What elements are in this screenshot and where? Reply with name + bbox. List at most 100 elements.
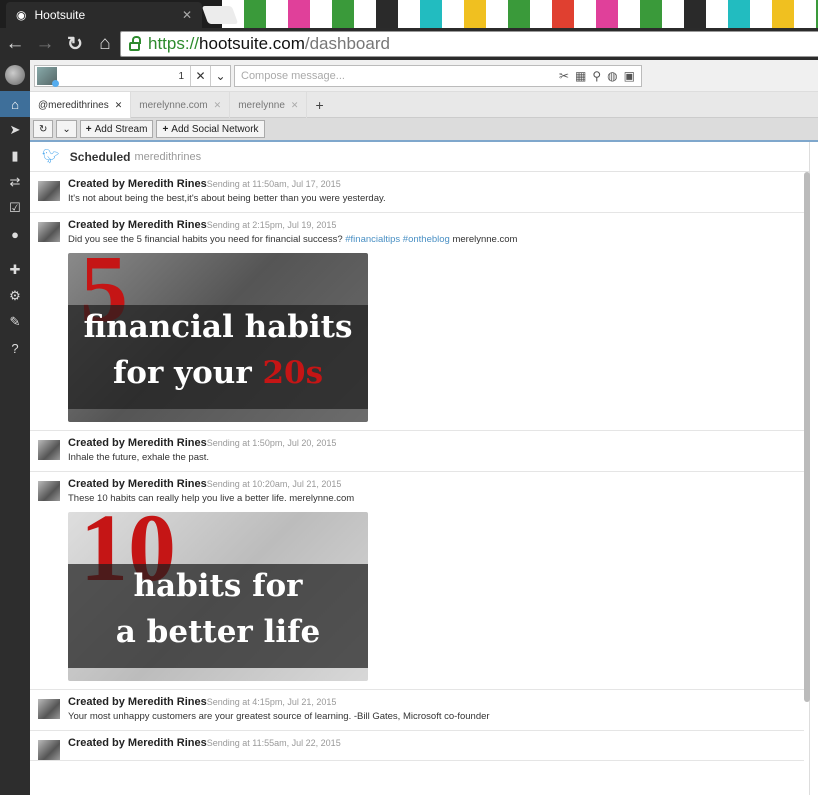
close-tab-icon[interactable]: ✕ [115, 100, 123, 111]
calendar-icon[interactable]: ▦ [575, 69, 586, 83]
url-path: /dashboard [304, 34, 390, 53]
image-caption-line1: habits for [133, 568, 303, 604]
author-avatar[interactable] [38, 740, 60, 760]
column-header: 🐦︎ Scheduled meredithrines [30, 142, 809, 172]
message-author[interactable]: Created by Meredith Rines [68, 437, 207, 449]
stripe [552, 0, 574, 28]
refresh-button[interactable]: ↻ [33, 120, 54, 138]
globe-icon[interactable]: ◍ [607, 69, 617, 83]
stripe [750, 0, 772, 28]
stripe [596, 0, 618, 28]
scheduled-message[interactable]: Created by Meredith RinesSending at 11:5… [30, 172, 804, 213]
forward-button[interactable]: → [30, 33, 60, 55]
plus-icon: + [162, 123, 169, 135]
attached-image[interactable]: 10 habits for a better life [68, 512, 368, 681]
stripe [640, 0, 662, 28]
analytics-icon[interactable]: ▮ [0, 143, 30, 169]
message-author[interactable]: Created by Meredith Rines [68, 696, 207, 708]
compose-bar: 1 ✕ ⌄ Compose message... ✂ ▦ ⚲ ◍ ▣ [30, 60, 818, 92]
message-author[interactable]: Created by Meredith Rines [68, 478, 207, 490]
send-icon[interactable]: ➤ [0, 117, 30, 143]
stripe [662, 0, 684, 28]
feed-scrollbar[interactable] [804, 172, 810, 702]
stripe [266, 0, 288, 28]
message-author[interactable]: Created by Meredith Rines [68, 737, 207, 749]
browser-tab[interactable]: ◉ Hootsuite ✕ [6, 2, 202, 28]
reload-button[interactable]: ↻ [60, 33, 90, 56]
plus-icon: + [85, 123, 92, 135]
browser-tab-bar: ◉ Hootsuite ✕ [0, 0, 818, 28]
scheduled-message[interactable]: Created by Meredith RinesSending at 1:50… [30, 431, 804, 472]
contacts-icon[interactable]: ● [0, 221, 30, 247]
address-toolbar: ← → ↻ ⌂ https://hootsuite.com/dashboard [0, 28, 818, 60]
chevron-down-icon[interactable]: ⌄ [210, 66, 230, 86]
assignments-icon[interactable]: ⇄ [0, 169, 30, 195]
message-text: Your most unhappy customers are your gre… [68, 711, 490, 722]
selected-profile-avatar [37, 67, 59, 87]
stripe [530, 0, 552, 28]
home-icon[interactable]: ⌂ [0, 91, 30, 117]
refresh-options-chevron-icon[interactable]: ⌄ [56, 120, 77, 138]
scheduled-message[interactable]: Created by Meredith RinesSending at 4:15… [30, 690, 804, 731]
message-link-text: merelynne.com [452, 234, 518, 245]
stripe [398, 0, 420, 28]
message-schedule-time: Sending at 2:15pm, Jul 19, 2015 [206, 220, 337, 230]
message-text: It's not about being the best,it's about… [68, 193, 386, 204]
publisher-icon[interactable]: ☑ [0, 195, 30, 221]
settings-gear-icon[interactable]: ⚙ [0, 283, 30, 309]
stripe [420, 0, 442, 28]
help-icon[interactable]: ? [0, 335, 30, 361]
author-avatar[interactable] [38, 181, 60, 201]
close-tab-icon[interactable]: ✕ [291, 100, 299, 111]
attached-image[interactable]: 5 financial habits for your 20s [68, 253, 368, 422]
scheduled-message[interactable]: Created by Meredith RinesSending at 10:2… [30, 472, 804, 690]
tab-merelynne[interactable]: merelynne ✕ [230, 92, 308, 118]
image-caption-line1: financial habits [83, 309, 353, 345]
apps-icon[interactable]: ✚ [0, 257, 30, 283]
add-social-network-button[interactable]: + Add Social Network [156, 120, 265, 138]
author-avatar[interactable] [38, 222, 60, 242]
stripe [728, 0, 750, 28]
lock-icon[interactable]: ▣ [624, 69, 635, 83]
image-caption-line2: for your 20s [112, 355, 324, 391]
new-tab-button[interactable] [201, 6, 239, 24]
tools-wrench-icon[interactable]: ✎ [0, 309, 30, 335]
back-button[interactable]: ← [0, 33, 30, 55]
user-avatar[interactable] [5, 65, 25, 85]
message-schedule-time: Sending at 4:15pm, Jul 21, 2015 [206, 697, 337, 707]
close-tab-icon[interactable]: ✕ [214, 100, 222, 111]
author-avatar[interactable] [38, 699, 60, 719]
message-schedule-time: Sending at 10:20am, Jul 21, 2015 [206, 479, 342, 489]
message-author[interactable]: Created by Meredith Rines [68, 178, 207, 190]
clear-profiles-icon[interactable]: ✕ [190, 66, 210, 86]
stripe [508, 0, 530, 28]
message-text: These 10 habits can really help you live… [68, 493, 355, 504]
compose-message-input[interactable]: Compose message... ✂ ▦ ⚲ ◍ ▣ [234, 65, 642, 87]
profile-selector[interactable]: 1 ✕ ⌄ [34, 65, 231, 87]
author-avatar[interactable] [38, 481, 60, 501]
tab-merelynne-com[interactable]: merelynne.com ✕ [131, 92, 231, 118]
stripe [706, 0, 728, 28]
stripe [772, 0, 794, 28]
url-bar[interactable]: https://hootsuite.com/dashboard [120, 31, 818, 57]
author-avatar[interactable] [38, 440, 60, 460]
stripe [794, 0, 816, 28]
scheduled-message[interactable]: Created by Meredith RinesSending at 2:15… [30, 213, 804, 431]
message-schedule-time: Sending at 1:50pm, Jul 20, 2015 [206, 438, 337, 448]
compose-placeholder: Compose message... [241, 70, 345, 82]
message-author[interactable]: Created by Meredith Rines [68, 219, 207, 231]
home-button[interactable]: ⌂ [90, 33, 120, 55]
scheduled-stream-column: 🐦︎ Scheduled meredithrines Created by Me… [30, 142, 810, 795]
hootsuite-owl-icon: ◉ [16, 8, 27, 22]
location-pin-icon[interactable]: ⚲ [592, 69, 601, 83]
add-stream-button[interactable]: + Add Stream [79, 120, 154, 138]
close-tab-icon[interactable]: ✕ [182, 8, 192, 22]
message-text: Inhale the future, exhale the past. [68, 452, 210, 463]
hashtag-link[interactable]: #financialtips #ontheblog [345, 234, 450, 245]
stripe [332, 0, 354, 28]
attachment-icon[interactable]: ✂ [559, 69, 569, 83]
image-caption-line2: a better life [115, 614, 321, 650]
add-tab-button[interactable]: + [307, 92, 331, 118]
scheduled-message[interactable]: Created by Meredith RinesSending at 11:5… [30, 731, 804, 761]
tab-meredithrines[interactable]: @meredithrines ✕ [30, 92, 132, 118]
